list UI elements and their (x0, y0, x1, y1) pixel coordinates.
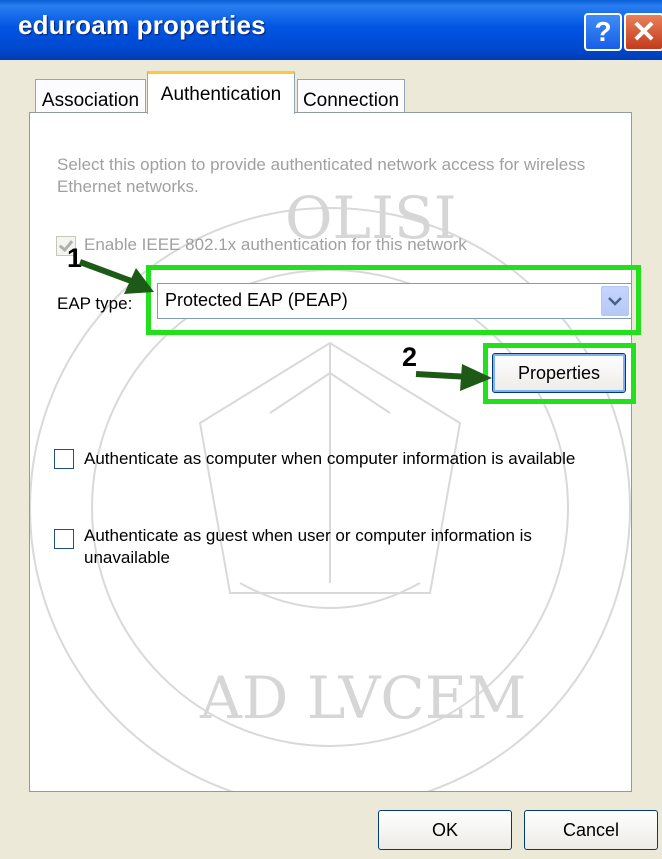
arrow-2-head (460, 364, 492, 391)
annotation-arrows (78, 259, 492, 391)
cancel-button[interactable]: Cancel (524, 810, 658, 850)
ok-button[interactable]: OK (378, 810, 512, 850)
auth-as-guest-label[interactable]: Authenticate as guest when user or compu… (84, 525, 609, 569)
auth-as-computer-checkbox[interactable] (54, 449, 74, 469)
auth-as-guest-checkbox[interactable] (54, 529, 74, 549)
auth-as-computer-label[interactable]: Authenticate as computer when computer i… (84, 448, 644, 470)
tab-authentication[interactable]: Authentication (147, 71, 295, 114)
tab-label: Authentication (160, 84, 282, 105)
arrow-1-shaft (78, 259, 136, 285)
dialog-window: eduroam properties ? ✕ Association Authe… (0, 0, 662, 859)
